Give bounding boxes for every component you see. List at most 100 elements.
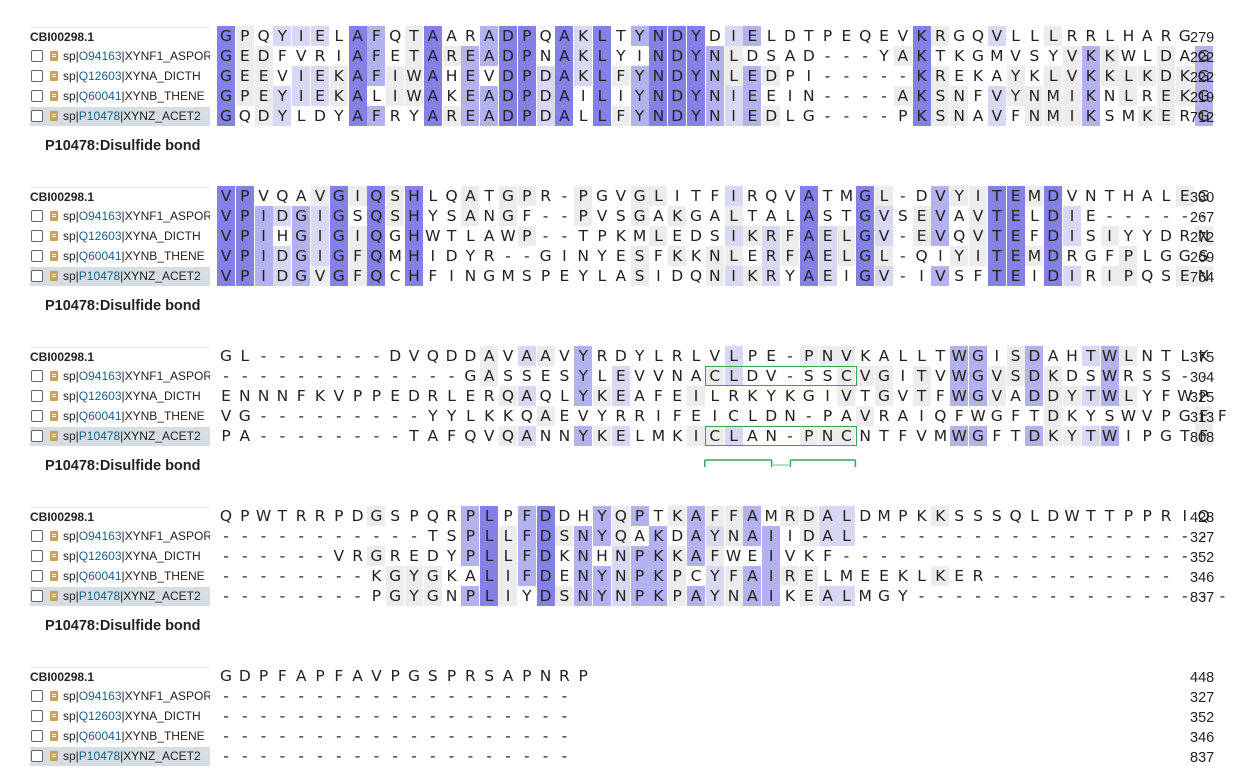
- accession-link[interactable]: P10478: [79, 749, 120, 763]
- residue: A: [743, 526, 762, 546]
- select-sequence-checkbox[interactable]: [31, 690, 43, 702]
- accession-link[interactable]: Q60041: [79, 569, 122, 583]
- select-sequence-checkbox[interactable]: [31, 230, 43, 242]
- residue: P: [461, 546, 480, 566]
- residue: W: [725, 547, 742, 565]
- residue: V: [311, 266, 329, 286]
- residue: N: [464, 267, 477, 285]
- select-sequence-checkbox[interactable]: [31, 250, 43, 262]
- residue: A: [555, 86, 574, 106]
- residue: E: [1157, 86, 1175, 106]
- accession-link[interactable]: P10478: [79, 589, 120, 603]
- entry-document-icon: [50, 751, 58, 761]
- residue: P: [630, 566, 649, 586]
- select-sequence-checkbox[interactable]: [31, 530, 43, 542]
- residue: E: [559, 567, 570, 585]
- alignment-gap: -: [448, 687, 455, 705]
- residue: W: [1064, 507, 1080, 525]
- alignment-gap: -: [467, 707, 474, 725]
- residue: G: [292, 206, 311, 226]
- residue: D: [746, 47, 759, 65]
- residue: D: [499, 46, 517, 66]
- residue: V: [333, 547, 345, 565]
- select-sequence-checkbox[interactable]: [31, 70, 43, 82]
- entry-document-icon: [50, 731, 58, 741]
- residue: G: [292, 246, 311, 266]
- alignment-gap: -: [918, 547, 925, 565]
- alignment-gap: -: [223, 567, 229, 585]
- select-sequence-checkbox[interactable]: [31, 750, 43, 762]
- residue: N: [574, 586, 593, 606]
- accession-link[interactable]: O94163: [79, 209, 122, 223]
- sequence-label: sp|Q60041|XYNB_THENE: [30, 247, 210, 266]
- select-sequence-checkbox[interactable]: [31, 50, 43, 62]
- entry-document-icon: [50, 231, 58, 241]
- residue: L: [1030, 507, 1039, 525]
- residue: G: [217, 66, 235, 86]
- entry-document-icon: [50, 111, 58, 121]
- residue: Y: [1006, 66, 1025, 86]
- accession-link[interactable]: Q60041: [79, 89, 122, 103]
- accession-link[interactable]: P10478: [79, 109, 120, 123]
- alignment-gap: -: [1050, 567, 1056, 585]
- accession-link[interactable]: O94163: [79, 49, 122, 63]
- accession-link[interactable]: Q12603: [79, 69, 122, 83]
- residue: N: [445, 587, 458, 605]
- residue: R: [972, 567, 984, 585]
- residue: T: [747, 207, 758, 225]
- residue: D: [558, 507, 571, 525]
- residue: D: [254, 46, 273, 66]
- accession-link[interactable]: Q12603: [79, 549, 122, 563]
- residue: A: [799, 246, 818, 266]
- select-sequence-checkbox[interactable]: [31, 270, 43, 282]
- residue: Y: [687, 26, 705, 46]
- alignment-gap: -: [279, 747, 286, 765]
- alignment-gap: -: [298, 747, 304, 765]
- select-sequence-checkbox[interactable]: [31, 730, 43, 742]
- accession-link[interactable]: Q12603: [79, 709, 122, 723]
- alignment-gap: -: [824, 87, 831, 105]
- residue: R: [762, 226, 781, 246]
- residue: K: [1100, 46, 1119, 66]
- residue: Y: [687, 66, 705, 86]
- residue: K: [1081, 66, 1100, 86]
- residue: N: [1025, 86, 1044, 106]
- residue: D: [536, 566, 555, 586]
- select-sequence-checkbox[interactable]: [31, 90, 43, 102]
- residue: A: [348, 86, 367, 106]
- alignment-gap: -: [411, 687, 417, 705]
- residue: D: [499, 66, 517, 86]
- residue: R: [762, 266, 781, 286]
- accession-link[interactable]: Q60041: [79, 249, 122, 263]
- residue: L: [837, 226, 856, 246]
- select-sequence-checkbox[interactable]: [31, 110, 43, 122]
- alignment-gap: -: [1106, 207, 1113, 225]
- residue: Y: [1048, 47, 1058, 65]
- residue: L: [875, 246, 893, 266]
- residue: Q: [1141, 267, 1154, 285]
- accession-link[interactable]: Q60041: [79, 729, 122, 743]
- select-sequence-checkbox[interactable]: [31, 550, 43, 562]
- select-sequence-checkbox[interactable]: [31, 590, 43, 602]
- accession-link[interactable]: O94163: [79, 689, 122, 703]
- select-sequence-checkbox[interactable]: [31, 710, 43, 722]
- residue: L: [499, 526, 517, 546]
- residue: P: [822, 27, 833, 45]
- accession-link[interactable]: O94163: [79, 529, 122, 543]
- residue: Q: [426, 507, 439, 525]
- accession-link[interactable]: P10478: [79, 269, 120, 283]
- select-sequence-checkbox[interactable]: [31, 210, 43, 222]
- residue: G: [630, 206, 649, 226]
- entry-document-icon: [50, 211, 58, 221]
- residue: Y: [630, 86, 649, 106]
- residue: A: [893, 86, 912, 106]
- residue: K: [446, 87, 457, 105]
- residue: N: [1025, 106, 1044, 126]
- residue: Y: [687, 46, 705, 66]
- residue: Y: [578, 267, 588, 285]
- residue: N: [950, 106, 969, 126]
- accession-link[interactable]: Q12603: [79, 229, 122, 243]
- select-sequence-checkbox[interactable]: [31, 570, 43, 582]
- residue: N: [802, 87, 815, 105]
- alignment-gap: -: [448, 707, 455, 725]
